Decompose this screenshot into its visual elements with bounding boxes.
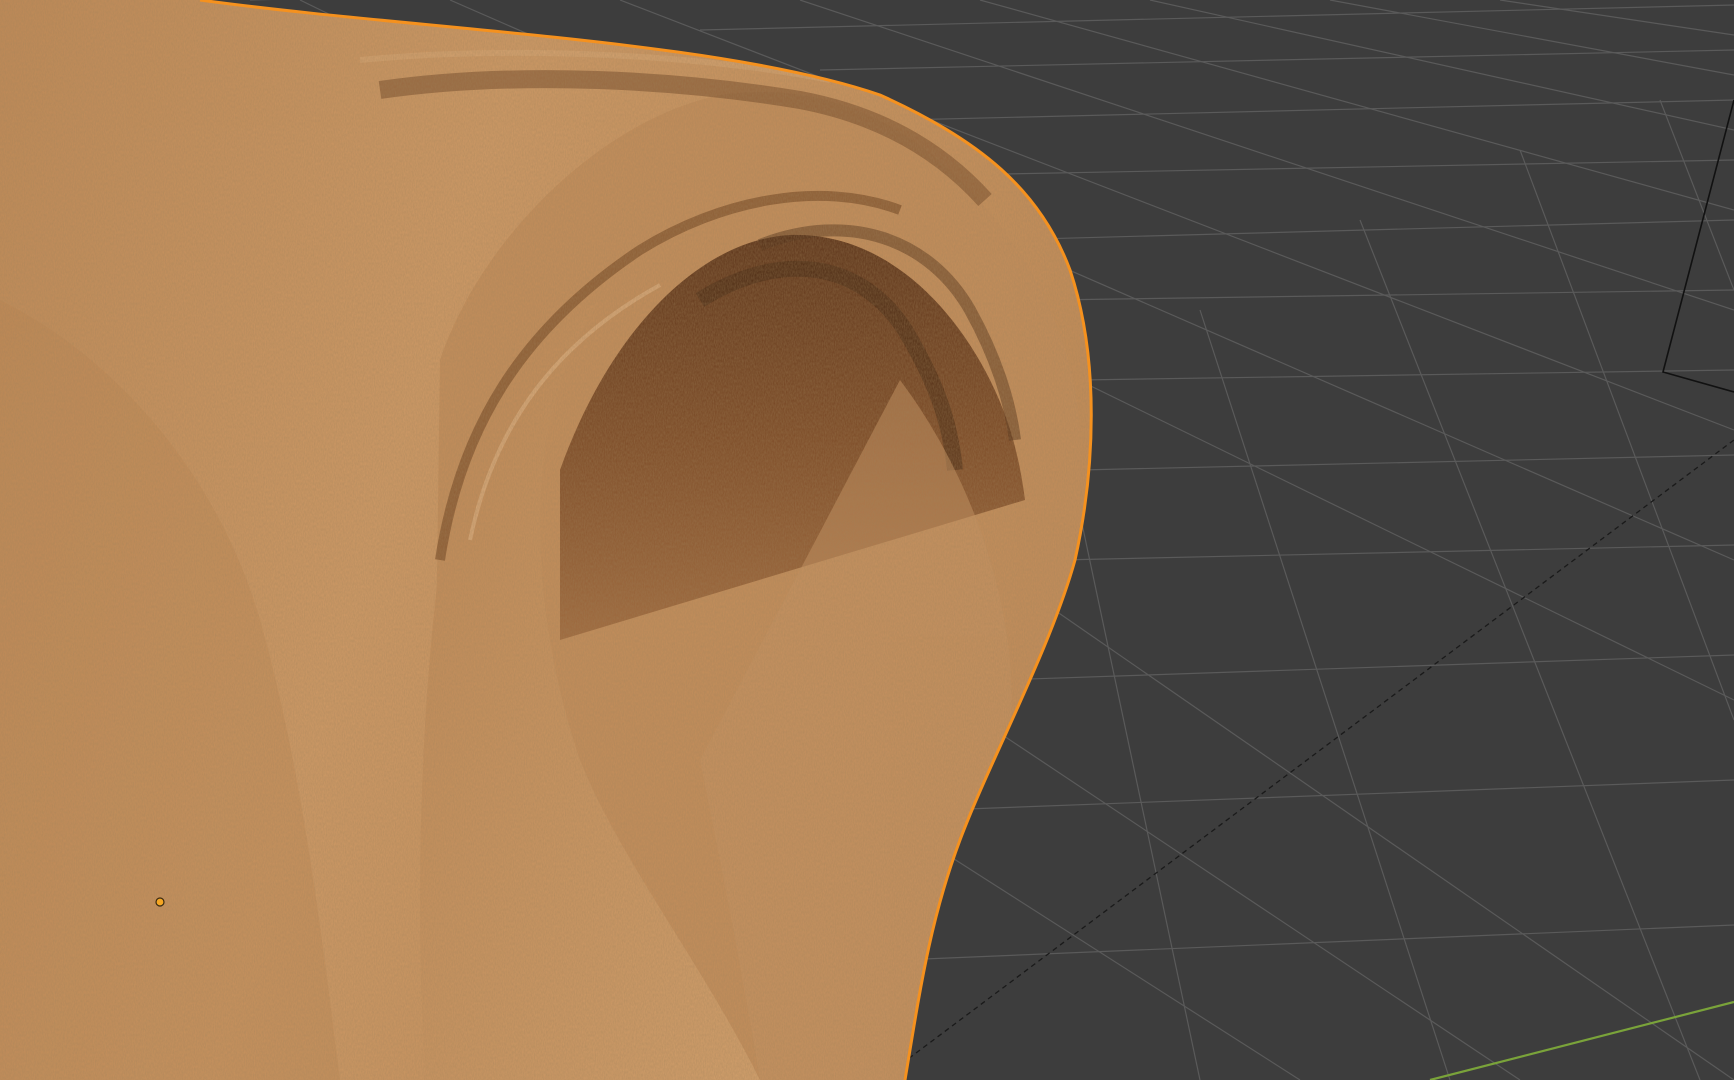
camera-object[interactable] (1662, 99, 1734, 393)
3d-viewport[interactable] (0, 0, 1734, 1080)
cloth-object[interactable] (0, 0, 1734, 1080)
viewport-scene[interactable] (0, 0, 1734, 1080)
object-origin-dot[interactable] (155, 897, 165, 907)
x-axis-line (1429, 1000, 1734, 1080)
